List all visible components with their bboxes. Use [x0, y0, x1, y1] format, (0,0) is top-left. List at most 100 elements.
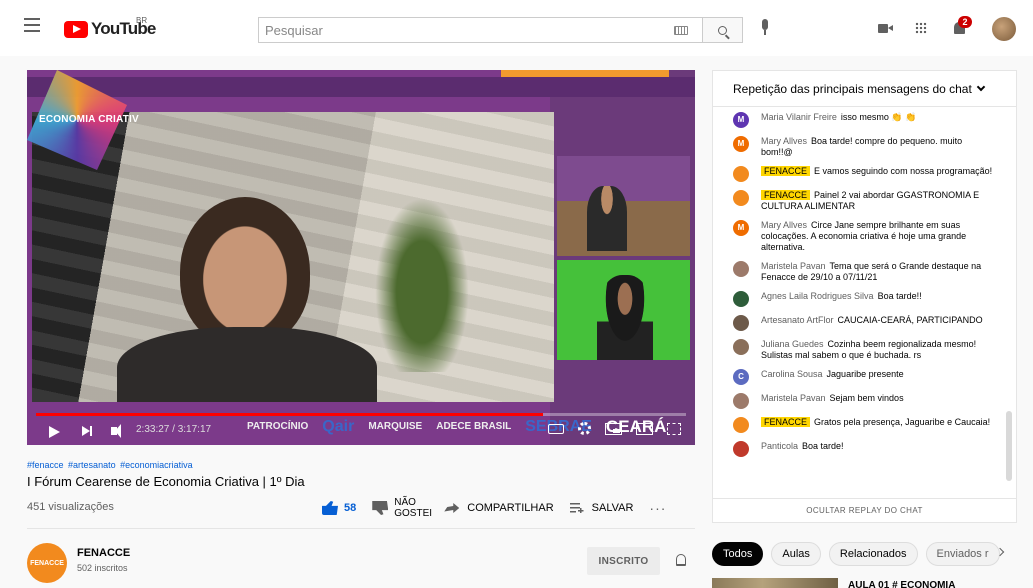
view-count: 451 visualizações: [27, 501, 114, 513]
microphone-icon[interactable]: [760, 19, 770, 37]
settings-gear-icon[interactable]: [578, 422, 591, 435]
chat-author-avatar[interactable]: [733, 291, 749, 307]
play-icon[interactable]: [49, 426, 60, 438]
chat-scrollbar[interactable]: [1006, 411, 1012, 481]
recommended-video-title[interactable]: AULA 01 # ECONOMIA: [848, 580, 955, 588]
chat-message: Maristela Pavan Tema que será o Grande de…: [713, 257, 1016, 287]
chat-author-name[interactable]: FENACCE: [761, 417, 811, 427]
chat-author-name[interactable]: Maria Vilanir Freire: [761, 112, 837, 122]
progress-bar[interactable]: [36, 413, 686, 416]
chat-message: M Mary Allves Circe Jane sempre brilhante …: [713, 216, 1016, 257]
create-video-icon[interactable]: [878, 24, 893, 33]
like-count: 58: [344, 502, 357, 514]
chat-message: M Maria Vilanir Freire isso mesmo 👏 👏: [713, 108, 1016, 132]
search-box[interactable]: [258, 17, 703, 43]
chat-author-name[interactable]: Mary Allves: [761, 136, 807, 146]
search-button[interactable]: [703, 17, 743, 43]
share-icon: [444, 503, 460, 513]
chat-author-avatar[interactable]: [733, 417, 749, 433]
chat-author-name[interactable]: FENACCE: [761, 166, 811, 176]
hide-chat-replay-button[interactable]: OCULTAR REPLAY DO CHAT: [713, 498, 1016, 522]
chat-message: Agnes Laila Rodrigues Silva Boa tarde!!: [713, 287, 1016, 311]
divider: [27, 528, 695, 529]
progress-fill: [36, 413, 543, 416]
chat-author-avatar[interactable]: M: [733, 112, 749, 128]
search-icon: [718, 25, 727, 35]
account-avatar[interactable]: [992, 17, 1016, 41]
chat-message: FENACCE Painel 2 vai abordar GGASTRONOMIA…: [713, 186, 1016, 216]
chat-author-name[interactable]: Mary Allves: [761, 220, 807, 230]
chat-author-name[interactable]: Panticola: [761, 441, 798, 451]
save-button[interactable]: SALVAR: [569, 502, 633, 514]
next-icon[interactable]: [82, 426, 92, 436]
volume-icon[interactable]: [111, 424, 121, 438]
keyboard-icon[interactable]: [674, 25, 688, 35]
guest-video-thumbnail: [557, 260, 690, 360]
fullscreen-icon[interactable]: [667, 422, 681, 435]
chat-author-avatar[interactable]: M: [733, 220, 749, 236]
chip-related[interactable]: Relacionados: [828, 542, 918, 566]
chat-author-name[interactable]: FENACCE: [761, 190, 811, 200]
hashtags: #fenacce #artesanato #economiacriativa: [27, 460, 195, 470]
chat-author-avatar[interactable]: M: [733, 136, 749, 152]
hashtag-link[interactable]: #artesanato: [68, 460, 116, 470]
chat-author-name[interactable]: Juliana Guedes: [761, 339, 824, 349]
top-bar: YouTube BR 2: [0, 0, 1033, 56]
chat-author-avatar[interactable]: [733, 339, 749, 355]
chat-author-avatar[interactable]: [733, 190, 749, 206]
chat-header-label: Repetição das principais mensagens do ch…: [733, 81, 972, 96]
chip-all[interactable]: Todos: [712, 542, 764, 566]
notification-badge: 2: [958, 16, 972, 28]
theater-mode-icon[interactable]: [636, 422, 653, 435]
chat-message: Juliana Guedes Cozinha beem regionalizada…: [713, 335, 1016, 365]
chat-author-avatar[interactable]: C: [733, 369, 749, 385]
channel-avatar[interactable]: FENACCE: [27, 543, 67, 583]
hashtag-link[interactable]: #fenacce: [27, 460, 64, 470]
video-title: I Fórum Cearense de Economia Criativa | …: [27, 474, 305, 489]
like-button[interactable]: 58: [322, 501, 356, 515]
chat-mode-dropdown[interactable]: Repetição das principais mensagens do ch…: [713, 71, 1016, 107]
chat-author-avatar[interactable]: [733, 261, 749, 277]
chat-message-list[interactable]: M Maria Vilanir Freire isso mesmo 👏 👏 M Mary…: [713, 108, 1016, 498]
chat-message: Artesanato ArtFlor CAUCAIA-CEARÁ, PARTICI…: [713, 311, 1016, 335]
chip-aulas[interactable]: Aulas: [771, 542, 821, 566]
chat-author-name[interactable]: Maristela Pavan: [761, 393, 826, 403]
subtitles-icon[interactable]: [548, 423, 564, 434]
chat-message: FENACCE E vamos seguindo com nossa progra…: [713, 162, 1016, 186]
chat-author-avatar[interactable]: [733, 166, 749, 182]
chat-message: FENACCE Gratos pela presença, Jaguaribe e…: [713, 413, 1016, 437]
chat-author-name[interactable]: Artesanato ArtFlor: [761, 315, 834, 325]
chat-author-avatar[interactable]: [733, 315, 749, 331]
miniplayer-icon[interactable]: [605, 422, 622, 435]
chat-message-text: isso mesmo 👏 👏: [840, 112, 917, 122]
channel-notification-bell-icon[interactable]: [676, 554, 686, 566]
chat-author-name[interactable]: Maristela Pavan: [761, 261, 826, 271]
search-input[interactable]: [259, 18, 674, 42]
time-display: 2:33:27 / 3:17:17: [136, 424, 212, 435]
chat-author-avatar[interactable]: [733, 441, 749, 457]
thumbs-up-icon: [322, 501, 338, 515]
chat-author-avatar[interactable]: [733, 393, 749, 409]
subscriber-count: 502 inscritos: [77, 563, 128, 573]
chat-author-name[interactable]: Carolina Sousa: [761, 369, 823, 379]
chat-message: Panticola Boa tarde!: [713, 437, 1016, 461]
related-filter-chips: Todos Aulas Relacionados Enviados r: [712, 542, 1000, 566]
share-button[interactable]: COMPARTILHAR: [444, 502, 554, 514]
chat-message: M Mary Allves Boa tarde! compre do pequeno…: [713, 132, 1016, 162]
channel-name[interactable]: FENACCE: [77, 547, 130, 559]
studio-video-thumbnail: [557, 156, 690, 256]
chat-message-text: Boa tarde!!: [877, 291, 922, 301]
chat-message-text: Jaguaribe presente: [826, 369, 904, 379]
more-actions-icon[interactable]: ···: [649, 500, 666, 516]
playlist-add-icon: [569, 503, 584, 513]
dislike-button[interactable]: NÃO GOSTEI: [372, 497, 432, 519]
subscribed-button[interactable]: INSCRITO: [587, 547, 660, 575]
menu-icon[interactable]: [24, 18, 40, 32]
apps-icon[interactable]: [915, 22, 927, 34]
video-player[interactable]: ECONOMIA CRIATIV PATROCÍNIO Qair MARQUIS…: [27, 70, 695, 445]
hashtag-link[interactable]: #economiacriativa: [120, 460, 193, 470]
chat-author-name[interactable]: Agnes Laila Rodrigues Silva: [761, 291, 874, 301]
recommended-video-thumbnail[interactable]: [712, 578, 838, 588]
thumbs-down-icon: [372, 501, 389, 515]
chip-uploaded[interactable]: Enviados r: [925, 542, 1000, 566]
